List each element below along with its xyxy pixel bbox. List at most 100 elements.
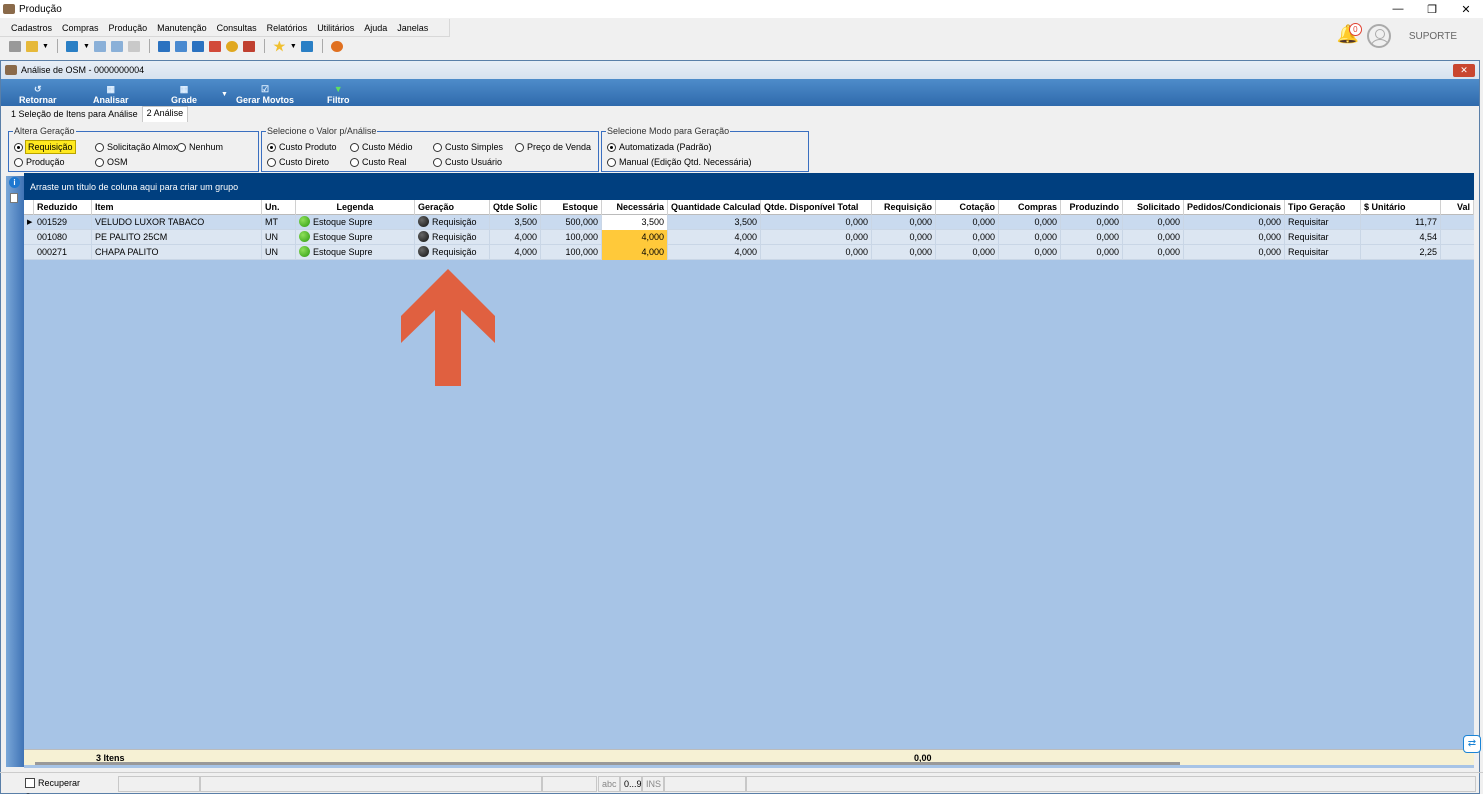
col-solicitado[interactable]: Solicitado (1123, 200, 1184, 215)
cell-requisicao[interactable]: 0,000 (872, 230, 936, 245)
cell-tipo[interactable]: Requisitar (1285, 215, 1361, 230)
cell-qtd-disp[interactable]: 0,000 (761, 230, 872, 245)
print-icon[interactable] (94, 40, 107, 52)
cell-produzindo[interactable]: 0,000 (1061, 245, 1123, 260)
cell-necessaria[interactable]: 4,000 (602, 230, 668, 245)
cell-unitario[interactable]: 11,77 (1361, 215, 1441, 230)
table-row[interactable]: ▶ 001529 VELUDO LUXOR TABACO MT Estoque … (24, 215, 1474, 230)
cell-necessaria[interactable]: 4,000 (602, 245, 668, 260)
cell-qtde-solic[interactable]: 4,000 (490, 245, 541, 260)
cell-pedidos[interactable]: 0,000 (1184, 245, 1285, 260)
radio-custo-real[interactable]: Custo Real (350, 157, 407, 167)
bell-icon[interactable]: 🔔 0 (1337, 23, 1362, 48)
cell-estoque[interactable]: 100,000 (541, 230, 602, 245)
cell-requisicao[interactable]: 0,000 (872, 215, 936, 230)
cell-solicitado[interactable]: 0,000 (1123, 215, 1184, 230)
cell-tipo[interactable]: Requisitar (1285, 230, 1361, 245)
table-row[interactable]: 001080 PE PALITO 25CM UN Estoque Supre R… (24, 230, 1474, 245)
menu-relatorios[interactable]: Relatórios (267, 23, 308, 33)
cell-cotacao[interactable]: 0,000 (936, 215, 999, 230)
cell-geracao[interactable]: Requisição (415, 230, 490, 245)
calendar-icon[interactable] (128, 40, 141, 52)
col-requisicao[interactable]: Requisição (872, 200, 936, 215)
col-geracao[interactable]: Geração (415, 200, 490, 215)
cell-unitario[interactable]: 2,25 (1361, 245, 1441, 260)
save-icon[interactable] (8, 40, 21, 52)
cart-icon[interactable] (66, 40, 79, 52)
col-compras[interactable]: Compras (999, 200, 1061, 215)
cell-produzindo[interactable]: 0,000 (1061, 230, 1123, 245)
table-row[interactable]: 000271 CHAPA PALITO UN Estoque Supre Req… (24, 245, 1474, 260)
menu-ajuda[interactable]: Ajuda (364, 23, 387, 33)
cell-item[interactable]: VELUDO LUXOR TABACO (92, 215, 262, 230)
cell-qtd-calc[interactable]: 4,000 (668, 230, 761, 245)
radio-custo-produto[interactable]: Custo Produto (267, 142, 337, 152)
col-qtd-disponivel[interactable]: Qtde. Disponível Total (761, 200, 872, 215)
schedule-icon[interactable] (209, 40, 222, 52)
col-valor[interactable]: Val (1441, 200, 1474, 215)
calculator-icon[interactable] (175, 40, 188, 52)
cell-geracao[interactable]: Requisição (415, 245, 490, 260)
cell-tipo[interactable]: Requisitar (1285, 245, 1361, 260)
cell-geracao[interactable]: Requisição (415, 215, 490, 230)
col-legenda[interactable]: Legenda (296, 200, 415, 215)
cell-qtde-solic[interactable]: 4,000 (490, 230, 541, 245)
radio-custo-direto[interactable]: Custo Direto (267, 157, 329, 167)
col-unitario[interactable]: $ Unitário (1361, 200, 1441, 215)
user-name[interactable]: SUPORTE (1409, 31, 1457, 42)
cell-unitario[interactable]: 4,54 (1361, 230, 1441, 245)
col-reduzido[interactable]: Reduzido (34, 200, 92, 215)
cell-reduzido[interactable]: 000271 (34, 245, 92, 260)
close-window-button[interactable]: ✕ (1453, 64, 1475, 77)
teamviewer-icon[interactable]: ⇄ (1463, 735, 1481, 753)
filtro-button[interactable]: ▼ Filtro (327, 85, 350, 106)
analisar-button[interactable]: ▦ Analisar (93, 85, 129, 106)
cell-necessaria[interactable]: 3,500 (602, 215, 668, 230)
col-produzindo[interactable]: Produzindo (1061, 200, 1123, 215)
chevron-down-icon[interactable]: ▼ (42, 43, 49, 50)
cell-requisicao[interactable]: 0,000 (872, 245, 936, 260)
smiley-icon[interactable] (226, 40, 239, 52)
cell-qtd-calc[interactable]: 3,500 (668, 215, 761, 230)
cell-reduzido[interactable]: 001529 (34, 215, 92, 230)
menu-consultas[interactable]: Consultas (217, 23, 257, 33)
cell-qtd-calc[interactable]: 4,000 (668, 245, 761, 260)
tab-selecao[interactable]: 1 Seleção de Itens para Análise (7, 108, 142, 122)
menu-producao[interactable]: Produção (109, 23, 148, 33)
radio-custo-simples[interactable]: Custo Simples (433, 142, 503, 152)
cell-qtd-disp[interactable]: 0,000 (761, 245, 872, 260)
cell-reduzido[interactable]: 001080 (34, 230, 92, 245)
col-pedidos[interactable]: Pedidos/Condicionais (1184, 200, 1285, 215)
group-by-bar[interactable]: Arraste um título de coluna aqui para cr… (24, 173, 1474, 200)
info-icon[interactable] (301, 40, 314, 52)
menu-janelas[interactable]: Janelas (397, 23, 428, 33)
chevron-down-icon[interactable]: ▼ (83, 43, 90, 50)
cell-cotacao[interactable]: 0,000 (936, 230, 999, 245)
radio-automatizada[interactable]: Automatizada (Padrão) (607, 142, 712, 152)
cell-pedidos[interactable]: 0,000 (1184, 230, 1285, 245)
power-icon[interactable] (331, 40, 344, 52)
cell-compras[interactable]: 0,000 (999, 215, 1061, 230)
cell-compras[interactable]: 0,000 (999, 245, 1061, 260)
grade-dropdown[interactable]: ▼ (221, 91, 228, 98)
grade-button[interactable]: ▦ Grade (171, 85, 197, 106)
cell-cotacao[interactable]: 0,000 (936, 245, 999, 260)
radio-custo-usuario[interactable]: Custo Usuário (433, 157, 502, 167)
recuperar-sempre-checkbox[interactable]: Recuperar Sempre (22, 776, 117, 794)
menu-manutencao[interactable]: Manutenção (157, 23, 207, 33)
cell-un[interactable]: MT (262, 215, 296, 230)
menu-compras[interactable]: Compras (62, 23, 99, 33)
cell-legenda[interactable]: Estoque Supre (296, 215, 415, 230)
calendar-30-icon[interactable] (192, 40, 205, 52)
col-qtde-solic[interactable]: Qtde Solic (490, 200, 541, 215)
cell-un[interactable]: UN (262, 245, 296, 260)
folder-icon[interactable] (25, 40, 38, 52)
document-icon[interactable] (10, 193, 18, 203)
radio-producao[interactable]: Produção (14, 157, 65, 167)
radio-requisicao[interactable]: Requisição (14, 140, 76, 154)
menu-utilitarios[interactable]: Utilitários (317, 23, 354, 33)
chart-icon[interactable] (243, 40, 256, 52)
cell-pedidos[interactable]: 0,000 (1184, 215, 1285, 230)
col-cotacao[interactable]: Cotação (936, 200, 999, 215)
print-preview-icon[interactable] (111, 40, 124, 52)
